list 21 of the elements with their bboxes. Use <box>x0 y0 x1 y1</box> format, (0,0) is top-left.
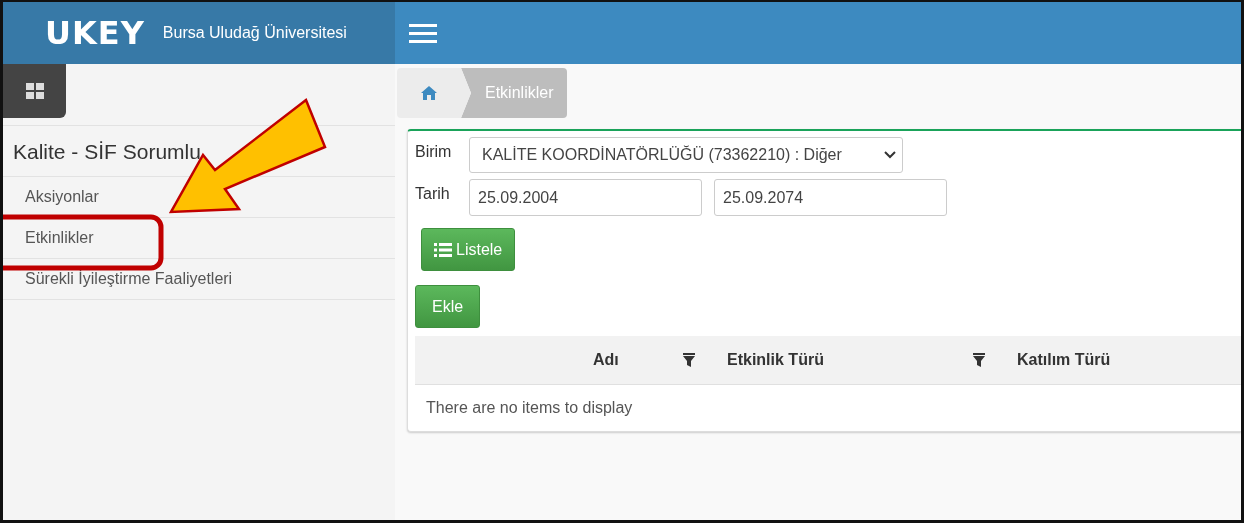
column-header: Adı <box>593 351 619 369</box>
unit-select[interactable]: KALİTE KOORDİNATÖRLÜĞÜ (73362210) : Diğer <box>469 137 903 173</box>
column-header: Etkinlik Türü <box>727 351 824 369</box>
logo: UKEY <box>45 14 145 52</box>
field-label: Birim <box>415 142 453 161</box>
home-icon <box>421 86 437 100</box>
filter-icon[interactable] <box>683 353 695 367</box>
apps-button[interactable] <box>3 64 66 118</box>
list-icon <box>434 242 452 257</box>
grid-icon <box>25 83 44 99</box>
sidebar-item[interactable]: Sürekli İyileştirme Faaliyetleri <box>3 259 395 300</box>
empty-message: There are no items to display <box>425 398 634 417</box>
column-header: Katılım Türü <box>1017 351 1111 369</box>
chevron-down-icon <box>884 151 896 159</box>
input-field[interactable]: 25.09.2004 <box>469 179 702 216</box>
sidebar-item[interactable]: Etkinlikler <box>3 218 395 259</box>
input-field[interactable]: 25.09.2074 <box>714 179 947 216</box>
filter-icon[interactable] <box>973 353 985 367</box>
field-label: Tarih <box>415 184 451 203</box>
menu-icon[interactable] <box>409 23 437 43</box>
university-name: Bursa Uludağ Üniversitesi <box>162 24 347 42</box>
